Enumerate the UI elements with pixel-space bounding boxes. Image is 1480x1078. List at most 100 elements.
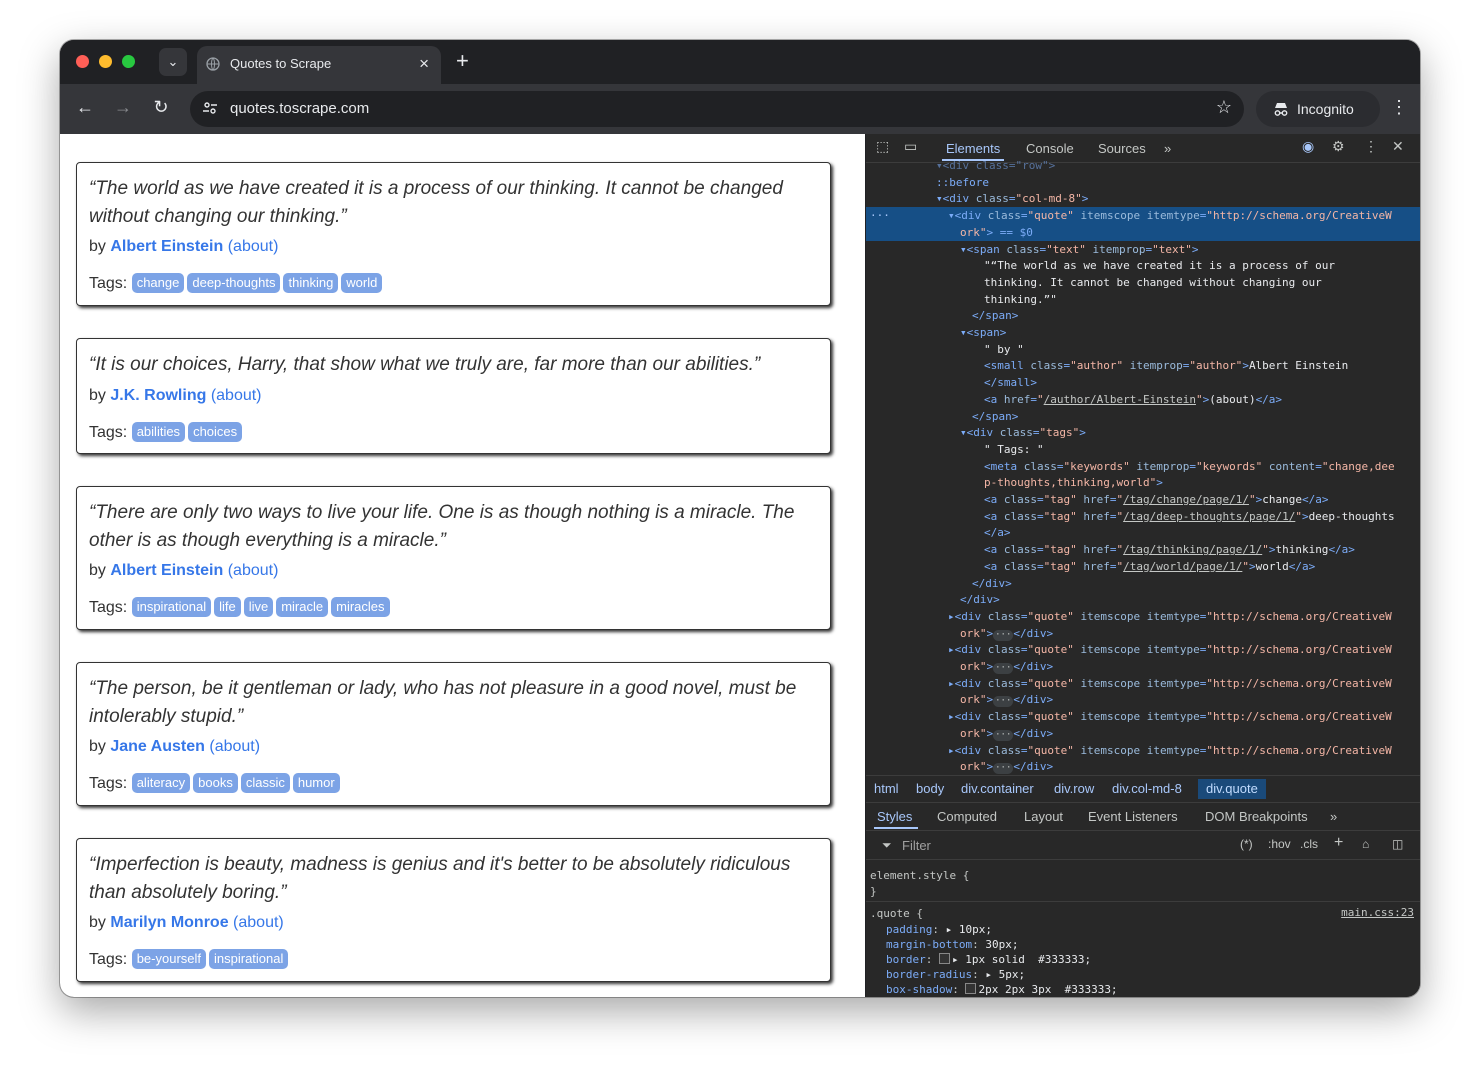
dom-node-line[interactable]: ··· ▾<div class="quote" itemscope itemtyp… — [866, 207, 1420, 225]
minimize-window-button[interactable] — [99, 55, 112, 68]
regex-toggle-icon[interactable]: (*) — [1240, 837, 1253, 851]
close-devtools-icon[interactable]: ✕ — [1392, 138, 1404, 155]
dom-node-line[interactable]: ork"> ··· </div> — [866, 758, 1420, 775]
tab-styles[interactable]: Styles — [877, 809, 912, 824]
css-declaration[interactable]: border-radius: ▸ 5px; — [886, 967, 1025, 982]
new-tab-button[interactable]: + — [456, 49, 469, 73]
about-link[interactable]: (about) — [233, 914, 284, 931]
breadcrumb-item[interactable]: div.container — [961, 781, 1034, 796]
device-toolbar-icon[interactable]: ▭ — [904, 138, 917, 155]
dom-node-line[interactable]: ▸<div class="quote" itemscope itemtype="… — [866, 675, 1420, 692]
tab-layout[interactable]: Layout — [1024, 809, 1063, 824]
inspect-element-icon[interactable]: ⬚ — [876, 138, 889, 155]
tag-link[interactable]: miracles — [331, 597, 390, 617]
new-rule-icon[interactable]: + — [1334, 834, 1343, 852]
dom-node-line[interactable]: ▸<div class="quote" itemscope itemtype="… — [866, 641, 1420, 658]
dom-node-line[interactable]: " Tags: " — [866, 441, 1420, 458]
tab-console[interactable]: Console — [1026, 141, 1074, 156]
tab-dom-breakpoints[interactable]: DOM Breakpoints — [1205, 809, 1308, 824]
dom-node-line[interactable]: ▾<span> — [866, 324, 1420, 341]
dom-node-line[interactable]: ork"> ··· </div> — [866, 725, 1420, 742]
hov-toggle[interactable]: :hov — [1268, 837, 1291, 851]
dom-node-line[interactable]: <a class="tag" href="/tag/thinking/page/… — [866, 541, 1420, 558]
dom-node-line[interactable]: " by " — [866, 341, 1420, 358]
site-info-icon[interactable] — [202, 100, 218, 116]
css-declaration[interactable]: box-shadow: 2px 2px 3px #333333; — [886, 982, 1118, 997]
styles-filter-input[interactable]: Filter — [902, 838, 931, 853]
address-bar[interactable]: quotes.toscrape.com ☆ — [190, 91, 1244, 127]
element-style-open[interactable]: element.style { — [870, 868, 969, 883]
dom-node-line[interactable]: </small> — [866, 374, 1420, 391]
close-window-button[interactable] — [76, 55, 89, 68]
dom-token[interactable]: /tag/thinking/page/1/ — [1123, 543, 1262, 556]
dom-node-line[interactable]: ::before — [866, 174, 1420, 191]
cls-toggle[interactable]: .cls — [1300, 837, 1318, 851]
tag-link[interactable]: be-yourself — [131, 949, 207, 969]
about-link[interactable]: (about) — [228, 238, 279, 255]
browser-tab-active[interactable]: Quotes to Scrape × — [197, 46, 441, 84]
dom-node-line[interactable]: ▸<div class="quote" itemscope itemtype="… — [866, 708, 1420, 725]
tag-link[interactable]: inspirational — [131, 597, 212, 617]
dom-node-line[interactable]: ▸<div class="quote" itemscope itemtype="… — [866, 742, 1420, 759]
tag-link[interactable]: abilities — [131, 422, 186, 442]
color-swatch-icon[interactable] — [939, 953, 950, 964]
about-link[interactable]: (about) — [228, 562, 279, 579]
dom-node-line[interactable]: ▾<div class="tags"> — [866, 424, 1420, 441]
breadcrumb-item-active[interactable]: div.quote — [1198, 779, 1266, 799]
browser-menu-icon[interactable]: ⋮ — [1390, 97, 1408, 118]
dom-node-line[interactable]: ork"> ··· </div> — [866, 625, 1420, 642]
close-tab-icon[interactable]: × — [419, 54, 429, 74]
tab-computed[interactable]: Computed — [937, 809, 997, 824]
tab-elements[interactable]: Elements — [946, 141, 1000, 156]
dom-token[interactable]: /tag/deep-thoughts/page/1/ — [1123, 510, 1295, 523]
dom-node-line[interactable]: ▾<span class="text" itemprop="text"> — [866, 241, 1420, 258]
tag-link[interactable]: deep-thoughts — [187, 273, 281, 293]
color-swatch-icon[interactable] — [965, 983, 977, 994]
dom-node-line[interactable]: </a> — [866, 524, 1420, 541]
rule-selector[interactable]: .quote { — [870, 906, 923, 921]
tag-link[interactable]: aliteracy — [131, 773, 191, 793]
rule-source-link[interactable]: main.css:23 — [1341, 906, 1414, 919]
back-button[interactable]: ← — [74, 97, 96, 118]
dom-node-line[interactable]: <a class="tag" href="/tag/deep-thoughts/… — [866, 508, 1420, 525]
tag-link[interactable]: world — [341, 273, 383, 293]
dom-node-line[interactable]: <a href="/author/Albert-Einstein">(about… — [866, 391, 1420, 408]
dom-node-line[interactable]: p-thoughts,thinking,world"> — [866, 474, 1420, 491]
dom-node-line[interactable]: </span> — [866, 408, 1420, 425]
maximize-window-button[interactable] — [122, 55, 135, 68]
tag-link[interactable]: choices — [188, 422, 243, 442]
breadcrumb-item[interactable]: div.row — [1054, 781, 1094, 796]
dom-node-line[interactable]: thinking.”" — [866, 291, 1420, 308]
dom-node-line[interactable]: </div> — [866, 591, 1420, 608]
breadcrumb-item[interactable]: div.col-md-8 — [1112, 781, 1182, 796]
tag-link[interactable]: change — [131, 273, 185, 293]
tag-link[interactable]: inspirational — [209, 949, 289, 969]
dom-token[interactable]: /author/Albert-Einstein — [1044, 393, 1196, 406]
ai-assist-icon[interactable]: ◉ — [1302, 138, 1314, 155]
dom-node-line[interactable]: ork"> ··· </div> — [866, 658, 1420, 675]
dom-node-line[interactable]: ▾<div class="row"> — [866, 157, 1420, 174]
css-declaration[interactable]: margin-bottom: 30px; — [886, 937, 1018, 952]
tab-sources[interactable]: Sources — [1098, 141, 1146, 156]
css-declaration[interactable]: padding: ▸ 10px; — [886, 922, 992, 937]
tag-link[interactable]: miracle — [276, 597, 329, 617]
dom-node-line[interactable]: <a class="tag" href="/tag/world/page/1/"… — [866, 558, 1420, 575]
about-link[interactable]: (about) — [209, 738, 260, 755]
tag-link[interactable]: humor — [292, 773, 340, 793]
dom-token[interactable]: /tag/world/page/1/ — [1123, 560, 1242, 573]
dom-tree[interactable]: ▾<div class="row">::before ▾<div class="c… — [866, 159, 1420, 775]
tag-link[interactable]: life — [214, 597, 241, 617]
reload-button[interactable]: ↻ — [150, 97, 172, 118]
dom-node-line[interactable]: ork"> ··· </div> — [866, 691, 1420, 708]
tab-search-button[interactable]: ⌄ — [159, 48, 187, 76]
more-subtabs-icon[interactable]: » — [1330, 809, 1337, 824]
css-declaration[interactable]: border: ▸ 1px solid #333333; — [886, 952, 1091, 967]
tag-link[interactable]: books — [193, 773, 238, 793]
dom-node-line[interactable]: thinking. It cannot be changed without c… — [866, 274, 1420, 291]
breadcrumb-item[interactable]: body — [916, 781, 944, 796]
dom-node-line[interactable]: ▸<div class="quote" itemscope itemtype="… — [866, 608, 1420, 625]
dom-node-line[interactable]: "“The world as we have created it is a p… — [866, 257, 1420, 274]
paint-brush-icon[interactable]: ⌂ — [1362, 837, 1369, 851]
toggle-sidebar-icon[interactable]: ◫ — [1392, 837, 1403, 851]
dom-node-line[interactable]: </div> — [866, 575, 1420, 592]
